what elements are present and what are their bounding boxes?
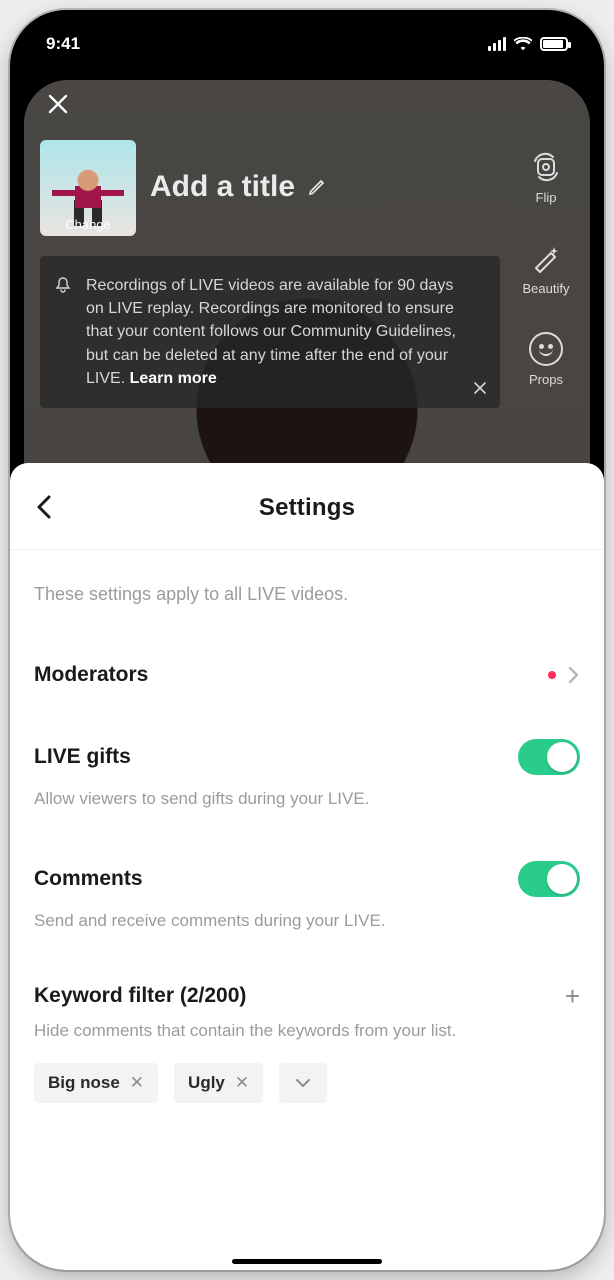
comments-toggle[interactable] (518, 861, 580, 897)
settings-hint: These settings apply to all LIVE videos. (34, 550, 580, 611)
beautify-button[interactable]: Beautify (516, 241, 576, 296)
keyword-filter-sub: Hide comments that contain the keywords … (34, 1009, 580, 1041)
cover-thumbnail[interactable]: Change (40, 140, 136, 236)
chevron-right-icon (566, 665, 580, 685)
info-close-icon[interactable] (472, 380, 488, 396)
props-button[interactable]: Props (516, 332, 576, 387)
remove-keyword-icon[interactable]: ✕ (235, 1073, 249, 1093)
phone-frame: 9:41 Change Add a title (10, 10, 604, 1270)
add-title-row[interactable]: Add a title (150, 170, 327, 204)
flip-label: Flip (536, 190, 557, 205)
home-indicator (232, 1259, 382, 1264)
props-label: Props (529, 372, 563, 387)
add-title-placeholder: Add a title (150, 170, 295, 204)
thumbnail-change-label: Change (40, 217, 136, 232)
status-bar: 9:41 (10, 26, 604, 62)
moderators-title: Moderators (34, 663, 148, 687)
status-time: 9:41 (46, 34, 80, 54)
pencil-icon (307, 177, 327, 197)
flip-button[interactable]: Flip (516, 150, 576, 205)
keyword-chip-label: Big nose (48, 1073, 120, 1093)
live-gifts-toggle[interactable] (518, 739, 580, 775)
back-icon[interactable] (34, 493, 56, 521)
wifi-icon (514, 37, 532, 51)
row-keyword-filter: Keyword filter (2/200) + (34, 931, 580, 1009)
battery-icon (540, 37, 568, 51)
status-dot (548, 671, 556, 679)
right-tool-column: Flip Beautify Props (516, 150, 576, 423)
status-indicators (488, 37, 568, 51)
keyword-chip[interactable]: Big nose ✕ (34, 1063, 158, 1103)
keyword-chip-list: Big nose ✕ Ugly ✕ (34, 1041, 580, 1103)
info-learn-more[interactable]: Learn more (130, 370, 217, 387)
keyword-chip-label: Ugly (188, 1073, 225, 1093)
keyword-chip[interactable]: Ugly ✕ (174, 1063, 263, 1103)
comments-sub: Send and receive comments during your LI… (34, 897, 580, 931)
keyword-filter-title: Keyword filter (2/200) (34, 984, 246, 1008)
flip-icon (529, 150, 563, 184)
add-keyword-button[interactable]: + (565, 983, 580, 1009)
beautify-label: Beautify (523, 281, 570, 296)
close-icon[interactable] (46, 92, 70, 116)
live-gifts-sub: Allow viewers to send gifts during your … (34, 775, 580, 809)
row-comments: Comments (34, 809, 580, 897)
sheet-header: Settings (34, 491, 580, 525)
info-banner: Recordings of LIVE videos are available … (40, 256, 500, 408)
row-moderators[interactable]: Moderators (34, 611, 580, 687)
bell-icon (54, 276, 72, 294)
smile-icon (529, 332, 563, 366)
signal-icon (488, 37, 506, 51)
row-live-gifts: LIVE gifts (34, 687, 580, 775)
remove-keyword-icon[interactable]: ✕ (130, 1073, 144, 1093)
expand-keywords-button[interactable] (279, 1063, 327, 1103)
live-gifts-title: LIVE gifts (34, 745, 131, 769)
page-title: Settings (259, 494, 355, 522)
settings-sheet: Settings These settings apply to all LIV… (10, 463, 604, 1270)
wand-icon (529, 241, 563, 275)
chevron-down-icon (295, 1077, 311, 1089)
comments-title: Comments (34, 867, 143, 891)
